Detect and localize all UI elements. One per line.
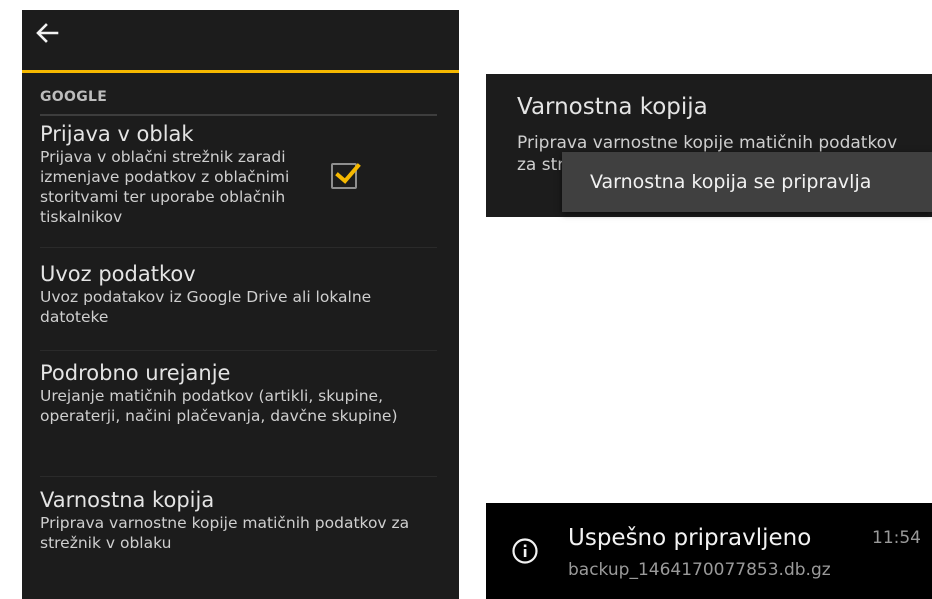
notification-time: 11:54 xyxy=(872,528,921,548)
notification-filename: backup_1464170077853.db.gz xyxy=(568,560,831,580)
arrow-back-icon[interactable] xyxy=(30,16,64,50)
section-header-google: GOOGLE xyxy=(40,86,437,116)
notification[interactable]: Uspešno pripravljeno 11:54 backup_146417… xyxy=(486,503,932,599)
pref-backup[interactable]: Varnostna kopija Priprava varnostne kopi… xyxy=(40,477,437,577)
pref-title: Podrobno urejanje xyxy=(40,361,231,385)
cloud-login-checkbox[interactable] xyxy=(331,163,361,189)
notification-title: Uspešno pripravljeno xyxy=(568,525,812,551)
pref-summary: Priprava varnostne kopije matičnih podat… xyxy=(40,514,410,552)
pref-summary: Urejanje matičnih podatkov (artikli, sku… xyxy=(40,387,398,425)
pref-cloud-login[interactable]: Prijava v oblak Prijava v oblačni strežn… xyxy=(40,116,437,248)
pref-summary: Prijava v oblačni strežnik zaradi izmenj… xyxy=(40,148,290,226)
pref-title: Prijava v oblak xyxy=(40,122,194,146)
pref-data-import[interactable]: Uvoz podatkov Uvoz podatakov iz Google D… xyxy=(40,248,437,351)
pref-title: Varnostna kopija xyxy=(517,94,708,120)
pref-summary: Uvoz podatakov iz Google Drive ali lokal… xyxy=(40,288,372,326)
settings-panel: GOOGLE Prijava v oblak Prijava v oblačni… xyxy=(22,10,459,599)
checkmark-icon xyxy=(335,163,361,184)
info-icon xyxy=(512,538,538,564)
action-bar xyxy=(22,10,459,73)
pref-detailed-editing[interactable]: Podrobno urejanje Urejanje matičnih poda… xyxy=(40,351,437,477)
toast-message: Varnostna kopija se pripravlja xyxy=(562,152,932,212)
pref-title: Uvoz podatkov xyxy=(40,262,196,286)
pref-title: Varnostna kopija xyxy=(40,488,215,512)
